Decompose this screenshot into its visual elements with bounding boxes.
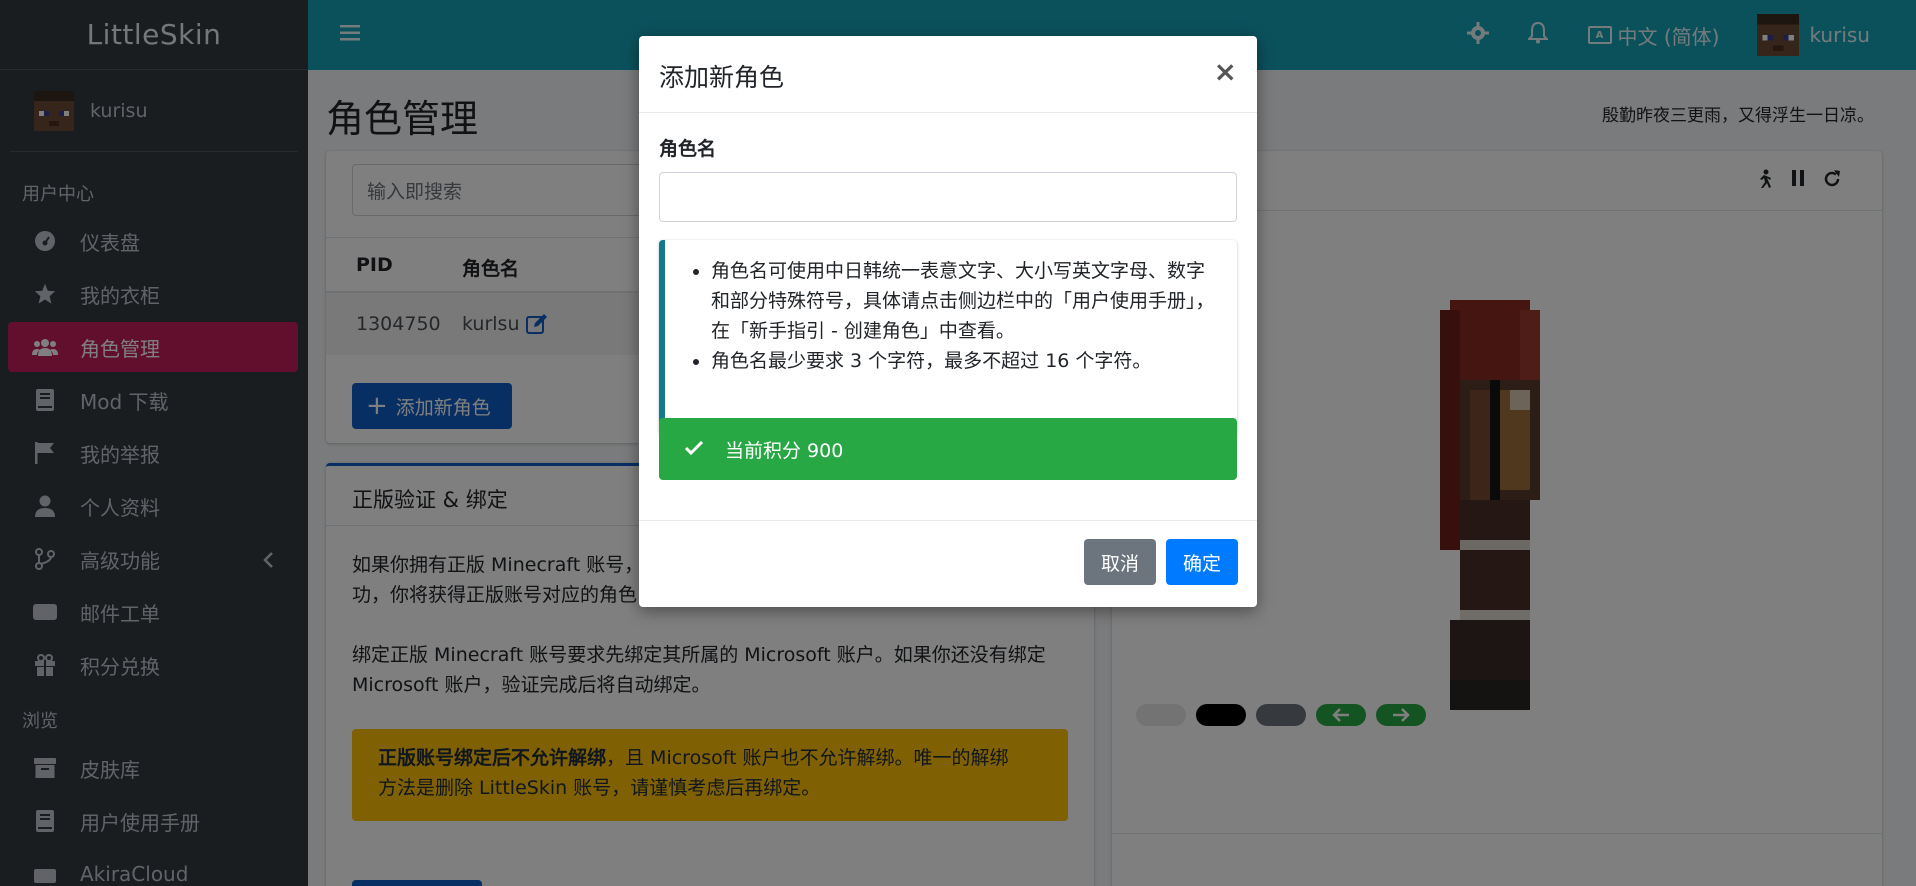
modal-footer: [639, 520, 1257, 607]
modal-header: 添加新角色 ×: [639, 36, 1257, 113]
score-alert: 当前积分 900: [659, 418, 1237, 480]
add-player-modal: 添加新角色 × 角色名 角色名可使用中日韩统一表意文字、大小写英文字母、数字和部…: [639, 36, 1257, 607]
rule-item: 角色名可使用中日韩统一表意文字、大小写英文字母、数字和部分特殊符号，具体请点击侧…: [711, 256, 1221, 346]
player-name-label: 角色名: [659, 138, 717, 160]
modal-title: 添加新角色: [659, 63, 785, 92]
check-icon: [684, 438, 704, 460]
name-rules-callout: 角色名可使用中日韩统一表意文字、大小写英文字母、数字和部分特殊符号，具体请点击侧…: [659, 240, 1237, 436]
player-name-input[interactable]: [659, 172, 1237, 222]
cancel-button[interactable]: 取消: [1084, 539, 1156, 585]
confirm-button[interactable]: 确定: [1166, 539, 1238, 585]
close-icon[interactable]: ×: [1214, 58, 1237, 86]
score-text: 当前积分 900: [725, 439, 844, 462]
rule-item: 角色名最少要求 3 个字符，最多不超过 16 个字符。: [711, 346, 1221, 376]
rules-list: 角色名可使用中日韩统一表意文字、大小写英文字母、数字和部分特殊符号，具体请点击侧…: [687, 256, 1221, 376]
